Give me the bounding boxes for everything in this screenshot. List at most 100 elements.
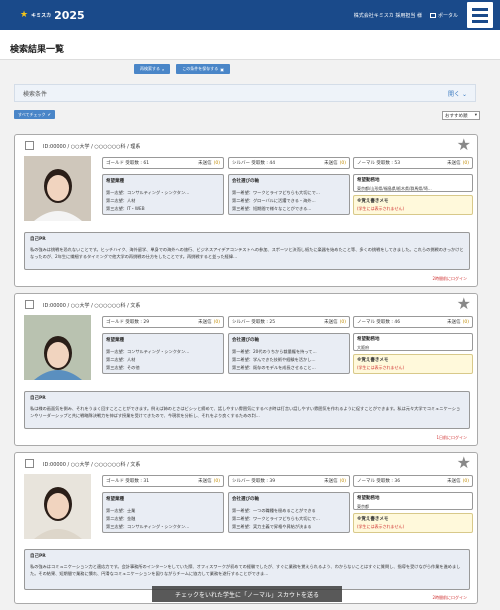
- memo-box[interactable]: ※覚え書きメモ (学生には表示されません): [353, 354, 473, 374]
- scout-label: ゴールド 受取数: [106, 320, 139, 325]
- unsent-label: 未送信: [324, 479, 338, 484]
- scout-value: 61: [143, 160, 150, 166]
- axis-3: 第三希望：既存のモデルを成長させること…: [232, 365, 316, 370]
- search-conditions-panel[interactable]: 検索条件 開く ⌄: [14, 84, 476, 102]
- desired-industry-box: 希望業種 第一志望：コンサルティング・シンクタン… 第二志望：人材 第三志望：そ…: [102, 333, 224, 374]
- unsent-label: 未送信: [198, 320, 212, 325]
- axis-1: 第一希望：ワークとライフどちらも大切にで…: [232, 190, 320, 195]
- scout-value: 36: [394, 478, 401, 484]
- unsent-count: (0): [462, 160, 469, 166]
- send-scout-button[interactable]: チェックをいれた学生に「ノーマル」スカウトを送る: [152, 586, 342, 602]
- scout-count-silver: シルバー 受取数 : 25 未送信 (0): [228, 316, 350, 328]
- pr-text: 私の強みはコミュニケーション力と適応力です。会計事務所のインターンをしていた際、…: [30, 564, 461, 576]
- unsent-label: 未送信: [447, 161, 461, 166]
- portal-link[interactable]: ポータル: [429, 12, 458, 19]
- memo-heading: ※覚え書きメモ: [357, 517, 389, 522]
- brand-name: キミスカ: [31, 12, 52, 19]
- company-name: 株式会社キミスカ 採用担当 様: [353, 12, 422, 19]
- chevron-down-icon: ▾: [474, 113, 477, 118]
- save-condition-button[interactable]: この条件を保存する ▣: [176, 64, 231, 74]
- chevron-down-icon: ⌄: [461, 90, 467, 98]
- memo-heading: ※覚え書きメモ: [357, 199, 389, 204]
- industry-3: 第三志望：IT・WEB: [106, 206, 145, 211]
- student-id: ID:00000 / ○○大学 / ○○○○○○科 / 理系: [43, 144, 141, 150]
- hamburger-menu-button[interactable]: [466, 1, 494, 29]
- desired-industry-box: 希望業種 第一志望：コンサルティング・シンクタン… 第二志望：人材 第三志望：I…: [102, 174, 224, 215]
- scout-value: 44: [269, 160, 276, 166]
- check-all-button[interactable]: すべてチェック ✔: [14, 110, 55, 119]
- axis-1: 第一希望：20代のうちから裁量権を持って…: [232, 349, 317, 354]
- student-checkbox[interactable]: [25, 141, 34, 150]
- scout-label: シルバー 受取数: [232, 161, 265, 166]
- student-card: ID:00000 / ○○大学 / ○○○○○○科 / 理系 ★ ゴールド 受取…: [14, 134, 478, 287]
- industry-2: 第二志望：金融: [106, 516, 136, 521]
- scout-value: 46: [394, 319, 401, 325]
- desired-location-box: 希望勤務地 東京都/山形県/福島県/栃木県/群馬県/埼…: [353, 174, 473, 192]
- axis-3: 第三希望：実力主義で昇格や昇給が決まる: [232, 524, 312, 529]
- unsent-count: (0): [339, 319, 346, 325]
- research-button[interactable]: 再検索する ⌕: [134, 64, 171, 74]
- research-label: 再検索する: [140, 66, 160, 71]
- pr-heading: 自己PR: [30, 237, 46, 242]
- industry-3: 第三志望：その他: [106, 365, 140, 370]
- scout-label: ゴールド 受取数: [106, 479, 139, 484]
- self-pr-box: 自己PR 私は様の画面気を倒み、それをうまく回すことことができます。例えば姉のと…: [24, 391, 470, 429]
- memo-box[interactable]: ※覚え書きメモ (学生には表示されません): [353, 195, 473, 215]
- desired-location-box: 希望勤務地 東京都: [353, 492, 473, 510]
- unsent-label: 未送信: [447, 320, 461, 325]
- scout-value: 29: [143, 319, 150, 325]
- pr-text: 私の強みは挑戦を恐れないことです。ヒッチハイク、海外留学、単身での海外への旅行、…: [30, 247, 464, 259]
- student-checkbox[interactable]: [25, 300, 34, 309]
- student-id: ID:00000 / ○○大学 / ○○○○○○科 / 文系: [43, 462, 141, 468]
- industry-2: 第二志望：人材: [106, 198, 136, 203]
- company-axis-box: 会社選びの軸 第一希望：ワークとライフどちらも大切にで… 第二希望：グローバルに…: [228, 174, 350, 215]
- industry-heading: 希望業種: [106, 497, 124, 502]
- conditions-open-toggle[interactable]: 開く ⌄: [448, 89, 467, 98]
- scout-count-silver: シルバー 受取数 : 39 未送信 (0): [228, 475, 350, 487]
- student-photo: [24, 156, 91, 221]
- last-login: 1日前にログイン: [436, 435, 467, 440]
- scout-label: ノーマル 受取数: [357, 320, 390, 325]
- industry-3: 第三志望：コンサルティング・シンクタン…: [106, 524, 190, 529]
- pr-heading: 自己PR: [30, 554, 46, 559]
- unsent-label: 未送信: [447, 479, 461, 484]
- unsent-count: (0): [339, 478, 346, 484]
- location-value: 東京都: [357, 504, 369, 509]
- scout-value: 25: [269, 319, 276, 325]
- check-all-label: すべてチェック: [18, 111, 46, 117]
- scout-count-normal: ノーマル 受取数 : 36 未送信 (0): [353, 475, 473, 487]
- save-icon: ▣: [220, 66, 225, 72]
- scout-label: シルバー 受取数: [232, 479, 265, 484]
- unsent-count: (0): [339, 160, 346, 166]
- unsent-label: 未送信: [198, 479, 212, 484]
- favorite-star-icon[interactable]: ★: [457, 296, 471, 312]
- brand-year: 2025: [54, 8, 85, 22]
- unsent-label: 未送信: [324, 320, 338, 325]
- student-card: ID:00000 / ○○大学 / ○○○○○○科 / 文系 ★ ゴールド 受取…: [14, 452, 478, 604]
- favorite-star-icon[interactable]: ★: [457, 455, 471, 471]
- sort-select[interactable]: おすすめ順 ▾: [442, 111, 480, 120]
- conditions-label: 検索条件: [23, 90, 48, 98]
- portal-label: ポータル: [437, 12, 458, 19]
- industry-2: 第二志望：人材: [106, 357, 136, 362]
- favorite-star-icon[interactable]: ★: [457, 137, 471, 153]
- axis-2: 第二希望：学んできた技術や経験を活かし…: [232, 357, 316, 362]
- scout-value: 53: [394, 160, 401, 166]
- axis-2: 第二希望：ワークとライフどちらも大切にで…: [232, 516, 320, 521]
- student-checkbox[interactable]: [25, 459, 34, 468]
- scout-count-normal: ノーマル 受取数 : 53 未送信 (0): [353, 157, 473, 169]
- page-title: 検索結果一覧: [10, 45, 65, 55]
- location-value: 大阪府: [357, 345, 369, 350]
- memo-box[interactable]: ※覚え書きメモ (学生には表示されません): [353, 513, 473, 533]
- logo[interactable]: ★ キミスカ 2025: [20, 9, 85, 22]
- industry-heading: 希望業種: [106, 179, 124, 184]
- check-icon: ✔: [47, 112, 51, 117]
- location-heading: 希望勤務地: [357, 496, 380, 501]
- portal-icon: [429, 12, 436, 18]
- last-login: 2時間前にログイン: [432, 595, 467, 600]
- company-axis-box: 会社選びの軸 第一希望：一つの職種を極めることができる 第二希望：ワークとライフ…: [228, 492, 350, 533]
- unsent-count: (0): [462, 319, 469, 325]
- axis-heading: 会社選びの軸: [232, 338, 259, 343]
- location-heading: 希望勤務地: [357, 337, 380, 342]
- axis-1: 第一希望：一つの職種を極めることができる: [232, 508, 316, 513]
